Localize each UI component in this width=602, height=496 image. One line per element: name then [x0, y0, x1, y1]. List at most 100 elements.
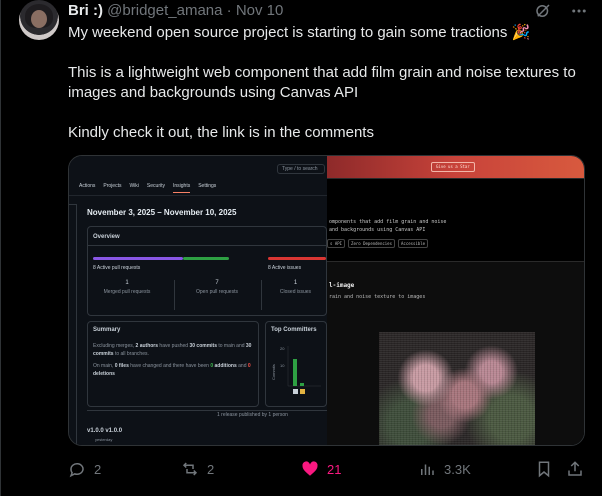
feature-tags: s API Zero Dependencies Accessible — [327, 239, 429, 248]
feature-tag: s API — [327, 239, 346, 248]
component-name: l-image — [329, 282, 355, 289]
share-button[interactable] — [566, 458, 584, 480]
axis-tick: 20 — [280, 346, 285, 351]
stat-merged: 1 Merged pull requests — [87, 280, 167, 310]
bookmark-icon — [538, 461, 550, 478]
repost-count: 2 — [207, 461, 215, 477]
summary-files: On main, 0 files have changed and there … — [93, 362, 253, 378]
grain-flower-photo — [379, 332, 535, 445]
post-body: My weekend open source project is starti… — [68, 23, 588, 163]
release-tag: v1.0.0 v1.0.0 — [87, 428, 123, 434]
axis-label: Commits — [271, 364, 276, 380]
stat-closed-count: 1 — [293, 280, 298, 286]
stat-merged-label: Merged pull requests — [103, 289, 151, 295]
post-date[interactable]: Nov 10 — [236, 2, 284, 19]
divider — [261, 280, 262, 310]
summary-commits: Excluding merges, 2 authors have pushed … — [93, 342, 253, 358]
reply-count: 2 — [94, 461, 102, 477]
grok-icon[interactable] — [534, 2, 552, 20]
committers-title: Top Committers — [271, 327, 317, 333]
tab-projects: Projects — [103, 183, 122, 189]
bookmark-button[interactable] — [535, 458, 553, 480]
tab-insights: Insights — [172, 183, 191, 193]
pr-bar-green — [183, 257, 229, 260]
release-date: yesterday — [95, 437, 113, 442]
summary-text: to main and — [216, 343, 246, 349]
star-button: Give us a Star — [431, 162, 475, 172]
like-button[interactable]: 21 — [301, 458, 341, 480]
committers-chart: 20 10 Commits — [271, 346, 321, 394]
date-range: November 3, 2025 – November 10, 2025 — [87, 208, 237, 217]
overview-title: Overview — [93, 234, 120, 240]
top-committers-card: Top Committers 20 10 Commits — [265, 321, 327, 407]
post[interactable]: Bri :) @bridget_amana · Nov 10 My weeken… — [0, 0, 602, 496]
committer-bar — [300, 383, 304, 386]
summary-text: and — [236, 363, 248, 369]
header-icons — [534, 2, 588, 20]
committer-bar — [293, 359, 297, 386]
description-line: omponents that add film grain and noise — [329, 219, 447, 225]
separator-dot: · — [226, 2, 232, 19]
post-header: Bri :) @bridget_amana · Nov 10 — [68, 2, 283, 19]
views-count: 3.3K — [444, 461, 471, 477]
avatar[interactable] — [19, 0, 59, 40]
tab-security: Security — [146, 183, 165, 189]
user-handle[interactable]: @bridget_amana — [107, 2, 222, 19]
repo-header: Type / to search Actions Projects Wiki S… — [69, 156, 327, 196]
issue-bar-red — [268, 257, 326, 260]
description-line: and backgrounds using Canvas API — [329, 227, 426, 233]
post-paragraph: My weekend open source project is starti… — [68, 24, 531, 41]
tab-wiki: Wiki — [129, 183, 139, 189]
committer-avatar — [293, 389, 298, 394]
project-description: omponents that add film grain and noise … — [329, 218, 446, 234]
active-issues: 8 Active issues — [268, 265, 302, 271]
summary-additions: additions — [213, 363, 237, 369]
project-banner: Give us a Star — [327, 156, 584, 178]
reply-button[interactable]: 2 — [68, 458, 101, 480]
views-button[interactable]: 3.3K — [418, 458, 471, 480]
reply-icon — [69, 463, 84, 478]
share-icon — [568, 461, 582, 476]
summary-card: Summary Excluding merges, 2 authors have… — [87, 321, 259, 407]
tab-actions: Actions — [79, 183, 96, 189]
divider — [327, 178, 584, 179]
summary-title: Summary — [93, 327, 121, 333]
search-box: Type / to search — [277, 164, 325, 174]
summary-text: have pushed — [158, 343, 190, 349]
post-image[interactable]: Type / to search Actions Projects Wiki S… — [68, 155, 585, 446]
action-bar: 2 2 21 3.3K — [68, 458, 588, 480]
release-text: 1 release published by 1 person — [217, 412, 288, 418]
stat-open: 7 Open pull requests — [177, 280, 257, 310]
project-page-screenshot: Give us a Star omponents that add film g… — [327, 156, 584, 445]
summary-text: have changed and there have been — [128, 363, 211, 369]
display-name[interactable]: Bri :) — [68, 2, 103, 19]
like-count: 21 — [327, 461, 342, 477]
divider — [87, 410, 327, 411]
pr-bar-purple — [93, 257, 183, 260]
repost-button[interactable]: 2 — [181, 458, 214, 480]
summary-text: to all branches. — [113, 351, 149, 357]
active-prs: 8 Active pull requests — [93, 265, 141, 271]
tab-settings: Settings — [198, 183, 217, 189]
repost-icon — [182, 462, 198, 476]
summary-authors: 2 authors — [135, 343, 159, 349]
axis-tick: 10 — [280, 363, 285, 368]
stat-open-count: 7 — [215, 280, 219, 286]
summary-text: Excluding merges, — [93, 343, 136, 349]
github-insights-screenshot: Type / to search Actions Projects Wiki S… — [69, 156, 328, 445]
stat-closed: 1 Closed issues — [264, 280, 327, 310]
stat-closed-label: Closed issues — [279, 289, 312, 295]
summary-files-count: 0 files — [114, 363, 129, 369]
summary-text: On main, — [93, 363, 115, 369]
component-description: rain and noise texture to images — [329, 294, 426, 300]
stat-merged-count: 1 — [125, 280, 129, 286]
more-icon[interactable] — [570, 2, 588, 20]
committer-avatar — [300, 389, 305, 394]
summary-deletions: deletions — [93, 371, 115, 377]
divider — [88, 245, 328, 246]
feature-tag: Zero Dependencies — [348, 239, 395, 248]
divider — [174, 280, 175, 310]
stat-open-label: Open pull requests — [196, 289, 238, 295]
insights-sidebar — [69, 204, 77, 444]
post-paragraph: Kindly check it out, the link is in the … — [68, 124, 374, 141]
